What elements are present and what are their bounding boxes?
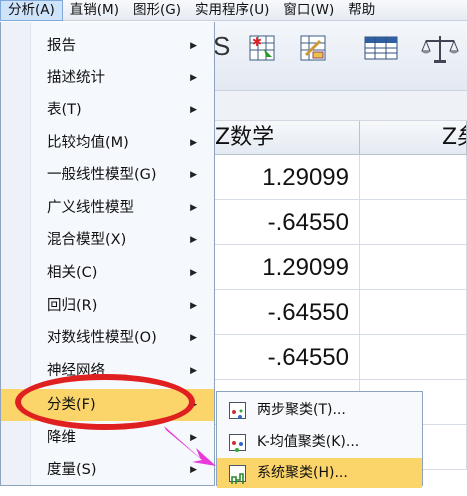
submenu-arrow-icon: ▶ bbox=[190, 138, 197, 148]
menu-item-label: 一般线性模型(G) bbox=[47, 167, 157, 183]
menu-item-general-linear-model[interactable]: 一般线性模型(G) ▶ bbox=[1, 159, 214, 191]
twostep-cluster-icon bbox=[229, 402, 246, 419]
submenu-arrow-icon: ▶ bbox=[190, 235, 197, 245]
submenu-arrow-icon: ▶ bbox=[190, 41, 197, 51]
submenu-arrow-icon: ▶ bbox=[190, 73, 197, 83]
menu-item-label: 降维 bbox=[47, 430, 76, 446]
menu-item-descriptive-statistics[interactable]: 描述统计 ▶ bbox=[1, 62, 214, 94]
analyze-menu: 报告 ▶ 描述统计 ▶ 表(T) ▶ 比较均值(M) ▶ 一般线性模型(G) ▶ 广义线性… bbox=[0, 22, 215, 486]
menu-analyze[interactable]: 分析(A) bbox=[0, 0, 63, 21]
grid-cell[interactable]: -.64550 bbox=[215, 200, 360, 245]
submenu-arrow-icon: ▶ bbox=[190, 333, 197, 343]
menu-item-classify[interactable]: 分类(F) ▶ bbox=[1, 389, 214, 421]
submenu-arrow-icon: ▶ bbox=[190, 170, 197, 180]
menu-item-regression[interactable]: 回归(R) ▶ bbox=[1, 290, 214, 322]
grid-cell[interactable]: 1.29099 bbox=[215, 245, 360, 290]
submenu-arrow-icon: ▶ bbox=[190, 105, 197, 115]
grid-cell-empty[interactable] bbox=[360, 245, 467, 290]
grid-cell-empty[interactable] bbox=[360, 290, 467, 335]
submenu-arrow-icon: ▶ bbox=[190, 400, 197, 410]
grid-cell-empty[interactable] bbox=[360, 335, 467, 380]
balance-scale-icon[interactable] bbox=[420, 33, 459, 63]
menu-item-dimension-reduction[interactable]: 降维 ▶ bbox=[1, 422, 214, 454]
menu-item-label: 两步聚类(T)... bbox=[257, 402, 346, 418]
menu-item-label: 表(T) bbox=[47, 102, 82, 118]
menu-item-label: 对数线性模型(O) bbox=[47, 330, 157, 346]
menu-item-label: K-均值聚类(K)... bbox=[257, 434, 360, 450]
classify-submenu: 两步聚类(T)... K-均值聚类(K)... 系统聚类(H)... bbox=[216, 391, 423, 488]
menu-item-neural-networks[interactable]: 神经网络 ▶ bbox=[1, 355, 214, 387]
menu-item-kmeans-cluster[interactable]: K-均值聚类(K)... bbox=[217, 427, 422, 457]
value-labels-icon[interactable] bbox=[363, 33, 398, 63]
grid-top-band bbox=[215, 91, 467, 121]
grid-cell-empty[interactable] bbox=[360, 155, 467, 200]
menu-item-compare-means[interactable]: 比较均值(M) ▶ bbox=[1, 127, 214, 159]
menu-item-reports[interactable]: 报告 ▶ bbox=[1, 30, 214, 62]
menu-item-label: 系统聚类(H)... bbox=[257, 465, 348, 481]
menu-help[interactable]: 帮助 bbox=[341, 0, 382, 21]
menu-direct-marketing[interactable]: 直销(M) bbox=[63, 0, 126, 21]
toolbar-partial-glyph: S bbox=[213, 31, 231, 61]
menu-item-generalized-linear-models[interactable]: 广义线性模型 ▶ bbox=[1, 192, 214, 224]
submenu-arrow-icon: ▶ bbox=[190, 203, 197, 213]
column-header-z-math[interactable]: Z数学 bbox=[215, 121, 360, 155]
menu-item-label: 度量(S) bbox=[47, 462, 97, 478]
menu-item-hierarchical-cluster[interactable]: 系统聚类(H)... bbox=[217, 458, 422, 488]
menu-utilities[interactable]: 实用程序(U) bbox=[188, 0, 276, 21]
submenu-arrow-icon: ▶ bbox=[190, 301, 197, 311]
submenu-arrow-icon: ▶ bbox=[190, 433, 197, 443]
svg-text:✱: ✱ bbox=[252, 35, 262, 49]
menu-item-loglinear[interactable]: 对数线性模型(O) ▶ bbox=[1, 322, 214, 354]
grid-cell[interactable]: -.64550 bbox=[215, 335, 360, 380]
grid-cell[interactable]: 1.29099 bbox=[215, 155, 360, 200]
menu-item-label: 回归(R) bbox=[47, 298, 98, 314]
menu-item-label: 神经网络 bbox=[47, 363, 105, 379]
menu-item-label: 广义线性模型 bbox=[47, 200, 134, 216]
menu-window[interactable]: 窗口(W) bbox=[276, 0, 341, 21]
menu-item-correlate[interactable]: 相关(C) ▶ bbox=[1, 257, 214, 289]
menu-item-mixed-models[interactable]: 混合模型(X) ▶ bbox=[1, 224, 214, 256]
menu-item-label: 比较均值(M) bbox=[47, 135, 129, 151]
menu-item-tables[interactable]: 表(T) ▶ bbox=[1, 94, 214, 126]
menu-item-label: 混合模型(X) bbox=[47, 232, 127, 248]
menu-item-label: 报告 bbox=[47, 38, 76, 54]
kmeans-cluster-icon bbox=[229, 434, 246, 452]
grid-cell[interactable]: -.64550 bbox=[215, 290, 360, 335]
menu-item-label: 描述统计 bbox=[47, 70, 105, 86]
select-cases-icon[interactable]: ✱ bbox=[248, 33, 278, 63]
menu-item-scale[interactable]: 度量(S) ▶ bbox=[1, 454, 214, 486]
submenu-arrow-icon: ▶ bbox=[190, 366, 197, 376]
weight-cases-icon[interactable] bbox=[298, 33, 328, 63]
menu-item-label: 分类(F) bbox=[47, 397, 96, 413]
menu-item-twostep-cluster[interactable]: 两步聚类(T)... bbox=[217, 395, 422, 425]
menu-item-label: 相关(C) bbox=[47, 265, 98, 281]
menu-graphs[interactable]: 图形(G) bbox=[126, 0, 188, 21]
submenu-arrow-icon: ▶ bbox=[190, 465, 197, 475]
column-header-next[interactable]: Z矣 bbox=[360, 121, 467, 155]
toolbar: S ✱ bbox=[213, 21, 467, 91]
menu-bar: 分析(A) 直销(M) 图形(G) 实用程序(U) 窗口(W) 帮助 bbox=[0, 0, 467, 21]
submenu-arrow-icon: ▶ bbox=[190, 268, 197, 278]
hierarchical-cluster-icon bbox=[229, 465, 246, 484]
grid-cell-empty[interactable] bbox=[360, 200, 467, 245]
